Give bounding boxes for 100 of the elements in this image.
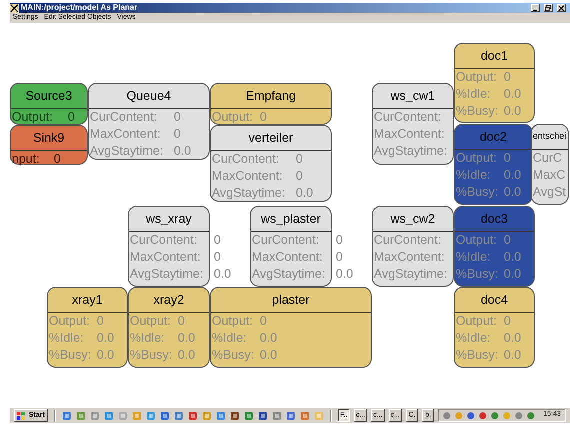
row-value: 0 xyxy=(336,249,343,266)
row-label: CurContent: xyxy=(130,232,198,250)
node-title: doc3 xyxy=(480,210,508,228)
row-value: 0 xyxy=(504,69,511,86)
app-icon[interactable] xyxy=(244,410,254,420)
row-label: %Idle: xyxy=(456,167,492,184)
row-label: AvgStaytime: xyxy=(212,185,286,202)
row-value: 0 xyxy=(214,249,221,266)
node-title: verteiler xyxy=(248,130,294,147)
row-label: Output: xyxy=(456,313,498,330)
block-node[interactable]: xray1 Output: 0 %Idle: 0.0 %Busy: 0.0 xyxy=(47,287,128,368)
block-node[interactable]: Queue4 CurContent: 0 MaxContent: 0 AvgStaytime: 0.0 xyxy=(88,83,210,160)
row-value: 0.0 xyxy=(504,330,522,348)
app-icon[interactable] xyxy=(216,410,226,420)
row-label: %Idle: xyxy=(130,330,166,348)
row-value: 0 xyxy=(504,313,511,330)
block-node[interactable]: entschei CurC MaxC AvgSt xyxy=(531,124,569,205)
app-icon[interactable] xyxy=(300,410,310,420)
row-value: 0.0 xyxy=(336,266,354,284)
app-icon[interactable] xyxy=(272,410,282,420)
row-value: 0.0 xyxy=(504,184,522,202)
row-label: MaxContent: xyxy=(130,249,202,266)
block-node[interactable]: verteiler CurContent: 0 MaxContent: 0 AvgStaytime: 0.0 xyxy=(210,125,332,202)
row-value: 0.0 xyxy=(504,266,522,284)
node-title: ws_xray xyxy=(146,210,192,228)
node-title: xray1 xyxy=(72,292,103,309)
row-label: AvgStaytime: xyxy=(374,266,448,284)
row-value: 0 xyxy=(178,313,185,330)
window-title: MAIN:/project/model As Planar xyxy=(21,3,139,13)
row-label: CurContent: xyxy=(90,109,158,126)
app-icon[interactable] xyxy=(286,410,296,420)
node-title: entschei xyxy=(533,130,567,144)
node-title: Queue4 xyxy=(126,88,172,105)
row-label: MaxContent: xyxy=(212,168,284,186)
node-title: doc4 xyxy=(480,292,508,309)
app-icon[interactable] xyxy=(188,410,198,420)
node-title: Source3 xyxy=(26,88,72,105)
app-icon[interactable] xyxy=(258,410,268,420)
block-node[interactable]: Sink9 nput: 0 xyxy=(10,125,88,165)
row-label: %Idle: xyxy=(49,330,85,348)
block-node[interactable]: ws_cw2 CurContent: MaxContent: AvgStaytime: xyxy=(372,206,454,287)
row-value: 0.0 xyxy=(260,347,278,364)
app-icon[interactable] xyxy=(104,410,114,420)
node-title: Empfang xyxy=(246,88,296,105)
row-value: 0.0 xyxy=(97,330,114,348)
row-value: 0 xyxy=(296,168,303,186)
row-label: %Busy: xyxy=(130,347,174,364)
app-icon[interactable] xyxy=(174,410,184,420)
row-label: %Busy: xyxy=(456,266,500,284)
row-value: 0 xyxy=(68,109,75,126)
row-label: %Busy: xyxy=(212,347,256,364)
row-label: CurContent: xyxy=(212,151,280,168)
node-title: ws_cw2 xyxy=(390,210,436,228)
close-icon xyxy=(558,4,565,12)
row-value: 0 xyxy=(504,232,511,250)
row-label: CurC xyxy=(533,150,562,168)
row-label: MaxContent: xyxy=(374,126,445,144)
row-label: %Idle: xyxy=(456,86,492,104)
row-value: 0.0 xyxy=(178,347,196,364)
block-node[interactable]: Empfang Output: 0 xyxy=(210,83,332,125)
row-label: Output: xyxy=(456,150,498,168)
row-label: Output: xyxy=(212,313,254,330)
block-node[interactable]: xray2 Output: 0 %Idle: 0.0 %Busy: 0.0 xyxy=(128,287,210,368)
app-icon xyxy=(10,4,19,12)
row-label: Output: xyxy=(456,69,498,86)
row-value: 0 xyxy=(97,313,104,330)
row-label: AvgStaytime: xyxy=(130,266,204,284)
block-node[interactable]: doc1 Output: 0 %Idle: 0.0 %Busy: 0.0 xyxy=(454,43,535,123)
app-icon[interactable] xyxy=(230,410,240,420)
row-value: 0 xyxy=(214,232,221,250)
row-label: AvgSt xyxy=(533,184,566,202)
row-label: %Busy: xyxy=(456,103,500,120)
restore-button[interactable] xyxy=(544,4,553,12)
block-node[interactable]: doc4 Output: 0 %Idle: 0.0 %Busy: 0.0 xyxy=(454,287,535,368)
block-node[interactable]: plaster Output: 0 %Idle: 0.0 %Busy: 0.0 xyxy=(210,287,372,368)
row-label: Output: xyxy=(456,232,498,250)
row-label: %Idle: xyxy=(456,249,492,266)
row-value: 0.0 xyxy=(504,167,522,184)
node-title: plaster xyxy=(272,292,310,309)
windows-icon xyxy=(17,412,25,420)
row-label: %Busy: xyxy=(456,347,500,364)
row-label: CurContent: xyxy=(374,109,442,126)
minimize-button[interactable] xyxy=(531,4,540,12)
row-value: 0 xyxy=(336,232,343,250)
app-icon[interactable] xyxy=(62,410,72,420)
block-node[interactable]: Source3 Output: 0 xyxy=(10,83,88,125)
app-icon[interactable] xyxy=(160,410,170,420)
node-title: Sink9 xyxy=(33,130,65,147)
row-value: 0 xyxy=(174,109,181,126)
row-label: %Idle: xyxy=(456,330,492,348)
row-label: AvgStaytime: xyxy=(374,143,448,160)
node-title: doc2 xyxy=(480,128,508,146)
row-label: Output: xyxy=(212,109,254,126)
close-button[interactable] xyxy=(557,4,566,12)
block-node[interactable]: ws_cw1 CurContent: MaxContent: AvgStaytime: xyxy=(372,83,454,165)
row-value: 0.0 xyxy=(214,266,232,284)
row-value: 0 xyxy=(296,151,303,168)
row-label: MaxC xyxy=(533,167,566,184)
row-value: 0.0 xyxy=(178,330,196,348)
row-value: 0.0 xyxy=(174,143,192,160)
